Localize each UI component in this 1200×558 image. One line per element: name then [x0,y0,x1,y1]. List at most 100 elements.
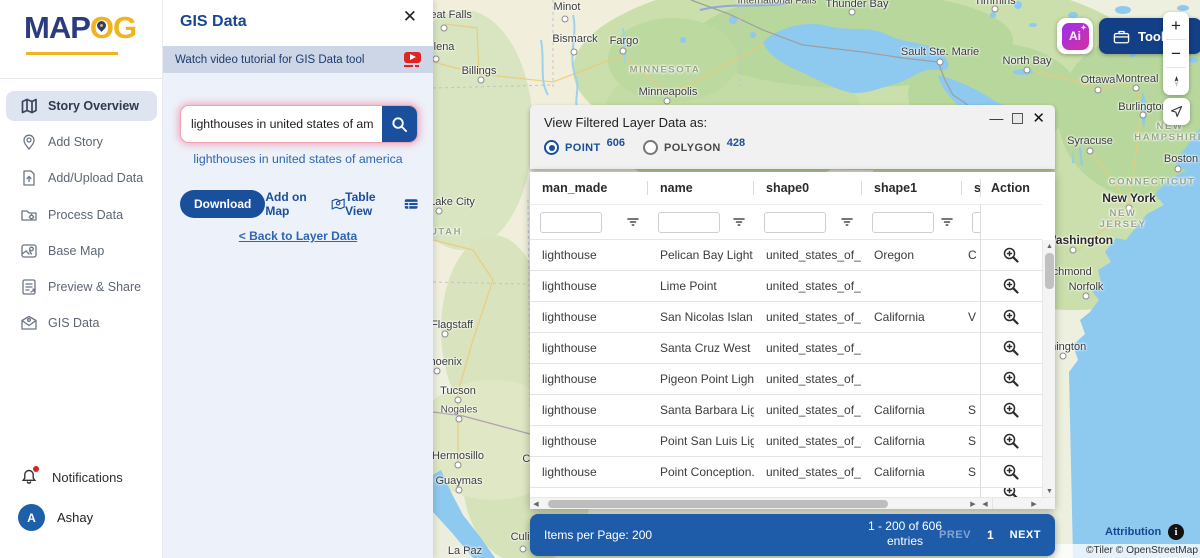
horizontal-scrollbar[interactable]: ◀ ▶ ◀ ▶ [530,497,1055,509]
sidebar-item-label: Base Map [48,244,104,258]
table-row[interactable]: lighthouseLime Pointunited_states_of_... [530,271,1042,302]
table-row[interactable]: lighthousePoint Conception...united_stat… [530,457,1042,488]
table-row[interactable]: lighthousePelican Bay Lightunited_states… [530,240,1042,271]
ai-label: Ai [1069,29,1081,43]
sidebar-item-label: Preview & Share [48,280,141,294]
ai-assistant-button[interactable]: Ai ✦ [1057,18,1093,54]
cell-name: Pelican Bay Light [648,248,754,262]
add-on-map-label: Add on Map [265,190,326,218]
location-pin-icon [97,21,107,31]
map-marker [456,416,463,423]
cell-s: V [962,310,980,324]
filter-icon[interactable] [840,215,854,229]
column-header-name[interactable]: name [648,179,754,197]
column-header-man_made[interactable]: man_made [530,179,648,197]
zoom-to-feature-icon[interactable] [1002,339,1021,358]
column-filter-input[interactable] [540,212,602,233]
close-icon[interactable]: ✕ [1032,109,1045,127]
cell-s: S [962,434,980,448]
map-marker [849,9,856,16]
sidebar-item-story-overview[interactable]: Story Overview [6,91,157,121]
scroll-left-arrow[interactable]: ◀ [530,500,542,508]
map-marker [436,208,443,215]
cell-man_made: lighthouse [530,434,648,448]
zoom-in-button[interactable]: + [1163,12,1189,39]
video-tutorial-banner[interactable]: Watch video tutorial for GIS Data tool [163,46,433,73]
column-header-shape1[interactable]: shape1 [862,179,962,197]
column-header-s[interactable]: s [962,179,980,197]
geometry-type-radios: POINT606 POLYGON428 [544,139,745,155]
column-filter-input[interactable] [764,212,826,233]
sidebar-item-gis-data[interactable]: GIS Data [6,308,157,338]
table-row[interactable]: lighthousePigeon Point Lightunited_state… [530,364,1042,395]
scroll-down-arrow[interactable]: ▼ [1043,485,1055,497]
filter-icon[interactable] [626,215,640,229]
sidebar-item-add-story[interactable]: Add Story [6,127,157,157]
sidebar-item-process-data[interactable]: Process Data [6,200,157,230]
action-scroll-left-arrow[interactable]: ◀ [979,500,991,508]
scroll-up-arrow[interactable]: ▲ [1043,240,1055,252]
maximize-icon[interactable] [1012,113,1023,124]
sidebar-item-preview-share[interactable]: Preview & Share [6,272,157,302]
search-input[interactable] [181,106,382,142]
attribution-link[interactable]: Attribution [1105,526,1161,538]
basemap-icon [20,242,38,260]
table-row[interactable]: lighthouseSan Nicolas Islan...united_sta… [530,302,1042,333]
zoom-out-button[interactable]: − [1163,40,1189,67]
zoom-to-feature-icon[interactable] [1002,277,1021,296]
scroll-right-arrow[interactable]: ▶ [967,500,979,508]
search-button[interactable] [382,106,417,142]
prev-page-button[interactable]: PREV [939,529,971,541]
table-row[interactable]: lighthouseSanta Cruz West ...united_stat… [530,333,1042,364]
zoom-to-feature-icon[interactable] [1002,308,1021,327]
column-filter-input[interactable] [658,212,720,233]
map-marker [1140,112,1147,119]
zoom-to-feature-icon[interactable] [1002,432,1021,451]
info-icon[interactable]: i [1168,524,1184,540]
mapog-logo[interactable]: MAPOG [24,10,136,46]
filter-icon[interactable] [940,215,954,229]
download-button[interactable]: Download [180,190,265,218]
column-header-action[interactable]: Action [980,179,1042,197]
action-scroll-right-arrow[interactable]: ▶ [1028,500,1040,508]
user-profile-item[interactable]: A Ashay [18,504,93,531]
cell-s: C [962,248,980,262]
radio-count: 606 [607,137,625,149]
zoom-to-feature-icon[interactable] [1002,463,1021,482]
add-on-map-button[interactable]: Add on Map [265,190,345,218]
radio-polygon[interactable]: POLYGON428 [643,139,745,155]
window-controls: — ✕ [989,109,1045,127]
zoom-to-feature-icon[interactable] [1002,401,1021,420]
panel-close-icon[interactable]: ✕ [399,3,421,31]
table-view-button[interactable]: Table View [345,190,418,218]
column-filter-input[interactable] [872,212,934,233]
back-to-layer-data-link[interactable]: < Back to Layer Data [163,229,433,243]
vertical-scrollbar[interactable]: ▲ ▼ [1042,240,1055,497]
compass-button[interactable] [1163,68,1189,95]
column-filter-input[interactable] [972,212,980,233]
sidebar-item-base-map[interactable]: Base Map [6,236,157,266]
horizontal-scroll-thumb[interactable] [548,500,888,508]
sidebar-item-add-upload-data[interactable]: Add/Upload Data [6,163,157,193]
file-upload-icon [20,169,38,187]
notifications-item[interactable]: Notifications [20,468,123,486]
user-name: Ashay [57,510,93,525]
notification-dot [33,466,39,472]
table-row[interactable]: lighthouseSanta Barbara Lig...united_sta… [530,395,1042,426]
modal-header: View Filtered Layer Data as: — ✕ POINT60… [530,105,1055,169]
vertical-scroll-thumb[interactable] [1045,253,1054,289]
minimize-icon[interactable]: — [989,110,1003,126]
zoom-to-feature-icon[interactable] [1002,370,1021,389]
notifications-label: Notifications [52,470,123,485]
radio-point[interactable]: POINT606 [544,139,625,155]
search-suggestion[interactable]: lighthouses in united states of america [163,152,433,166]
locate-button[interactable] [1163,98,1190,125]
entries-range: 1 - 200 of 606 entries [860,519,950,549]
zoom-to-feature-icon[interactable] [1002,488,1021,497]
column-header-shape0[interactable]: shape0 [754,179,862,197]
table-row[interactable]: lighthousePoint San Luis Lig...united_st… [530,426,1042,457]
map-marker [455,462,462,469]
zoom-to-feature-icon[interactable] [1002,246,1021,265]
next-page-button[interactable]: NEXT [1010,529,1041,541]
filter-icon[interactable] [732,215,746,229]
